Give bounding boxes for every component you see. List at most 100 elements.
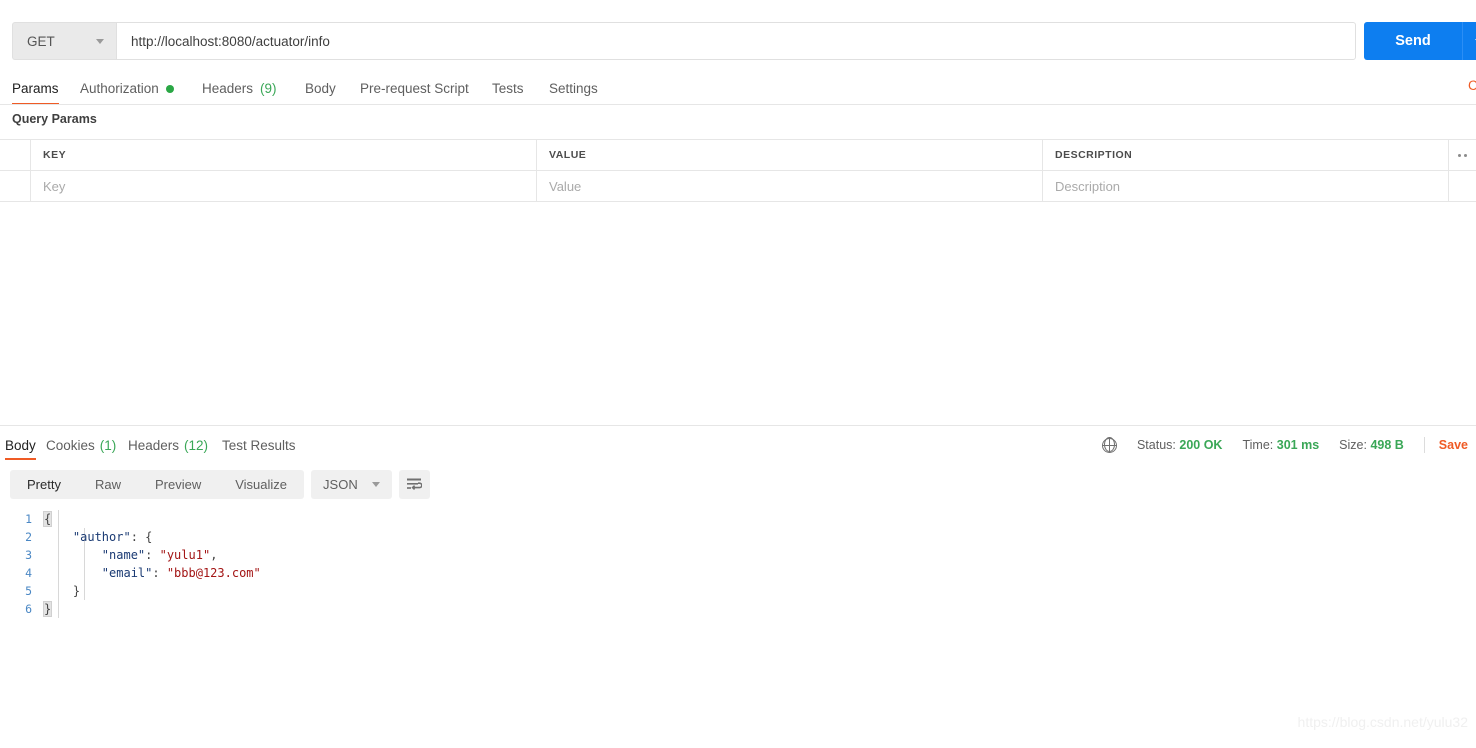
size-item: Size: 498 B bbox=[1339, 438, 1404, 452]
format-tab-pretty[interactable]: Pretty bbox=[10, 470, 78, 499]
table-row: Key Value Description bbox=[0, 170, 1476, 202]
code-text: { bbox=[42, 511, 53, 527]
tab-label: Authorization bbox=[80, 81, 159, 96]
request-tabs: Params Authorization Headers (9) Body Pre-req… bbox=[0, 72, 1476, 105]
response-format-toolbar: Pretty Raw Preview Visualize JSON bbox=[10, 470, 430, 499]
response-body-code[interactable]: 1 {2 "author": { 3 "name": "yulu1", 4 "emai… bbox=[0, 510, 1476, 630]
code-text: } bbox=[42, 601, 53, 617]
response-meta: Status: 200 OK Time: 301 ms Size: 498 B … bbox=[1101, 434, 1468, 456]
param-key-placeholder: Key bbox=[43, 178, 66, 194]
ellipsis-icon bbox=[1458, 153, 1467, 157]
language-select[interactable]: JSON bbox=[311, 470, 392, 499]
chevron-down-icon bbox=[371, 482, 380, 487]
code-token-str: "bbb@123.com" bbox=[166, 566, 261, 580]
send-button-label: Send bbox=[1395, 33, 1431, 49]
send-options-button[interactable] bbox=[1462, 22, 1476, 60]
format-tab-visualize[interactable]: Visualize bbox=[218, 470, 304, 499]
watermark: https://blog.csdn.net/yulu32 bbox=[1297, 714, 1468, 730]
tab-label: Pre-request Script bbox=[360, 81, 469, 96]
code-token-pun: : bbox=[152, 566, 167, 580]
request-tab-pre-request-script[interactable]: Pre-request Script bbox=[360, 72, 469, 105]
line-number: 3 bbox=[25, 548, 32, 562]
send-button[interactable]: Send bbox=[1364, 22, 1462, 60]
line-number: 2 bbox=[25, 530, 32, 544]
http-method-select[interactable]: GET bbox=[12, 22, 116, 60]
row-checkbox-cell[interactable] bbox=[0, 171, 31, 201]
response-tab-body[interactable]: Body bbox=[5, 430, 36, 460]
tab-count-badge: (12) bbox=[184, 437, 209, 453]
code-line: 2 "author": { bbox=[0, 528, 1476, 546]
tab-label: Test Results bbox=[222, 437, 296, 453]
tab-label: Body bbox=[305, 81, 336, 96]
code-token-str: "yulu1" bbox=[159, 548, 211, 562]
request-tab-authorization[interactable]: Authorization bbox=[80, 72, 174, 105]
table-header-row: KEY VALUE DESCRIPTION bbox=[0, 139, 1476, 170]
row-actions[interactable] bbox=[1449, 171, 1476, 201]
tab-label: Tests bbox=[492, 81, 524, 96]
code-text: "name": "yulu1", bbox=[44, 548, 218, 562]
language-label: JSON bbox=[323, 477, 358, 492]
save-response-link[interactable]: Save bbox=[1439, 438, 1468, 452]
line-number: 4 bbox=[25, 566, 32, 580]
request-tab-params[interactable]: Params bbox=[12, 72, 59, 105]
time-value: 301 ms bbox=[1276, 438, 1320, 452]
status-item: Status: 200 OK bbox=[1137, 438, 1223, 452]
column-header-key: KEY bbox=[43, 149, 67, 161]
code-token-key: "author" bbox=[72, 530, 131, 544]
chevron-down-icon bbox=[96, 38, 104, 44]
code-line: 6} bbox=[0, 600, 1476, 618]
param-value-placeholder: Value bbox=[549, 178, 582, 194]
response-tab-headers[interactable]: Headers (12) bbox=[128, 430, 208, 460]
tabs-divider bbox=[0, 104, 1476, 105]
code-token-pun: , bbox=[210, 548, 218, 562]
code-text: "author": { bbox=[44, 530, 152, 544]
active-tab-underline bbox=[5, 457, 36, 460]
size-value: 498 B bbox=[1370, 438, 1404, 452]
format-tab-raw[interactable]: Raw bbox=[78, 470, 138, 499]
code-token-pun: : { bbox=[130, 530, 153, 544]
response-tab-test-results[interactable]: Test Results bbox=[222, 430, 296, 460]
line-number: 5 bbox=[25, 584, 32, 598]
code-token-brace: { bbox=[42, 511, 53, 527]
http-method-label: GET bbox=[27, 33, 55, 49]
format-tab-group: Pretty Raw Preview Visualize bbox=[10, 470, 305, 499]
query-params-table: KEY VALUE DESCRIPTION Key Value Descript… bbox=[0, 139, 1476, 202]
code-token-key: "name" bbox=[101, 548, 146, 562]
request-url-input[interactable]: http://localhost:8080/actuator/info bbox=[116, 22, 1356, 60]
table-bulk-edit-button[interactable] bbox=[1449, 140, 1476, 170]
request-tab-body[interactable]: Body bbox=[305, 72, 336, 105]
wrap-lines-button[interactable] bbox=[398, 470, 430, 499]
code-token-pun: } bbox=[72, 584, 81, 598]
format-tab-preview[interactable]: Preview bbox=[138, 470, 218, 499]
line-number: 6 bbox=[25, 602, 32, 616]
param-value-input[interactable]: Value bbox=[537, 171, 1043, 201]
status-label: Status: bbox=[1136, 438, 1176, 452]
param-description-placeholder: Description bbox=[1055, 178, 1121, 194]
size-label: Size: bbox=[1339, 438, 1367, 452]
time-item: Time: 301 ms bbox=[1242, 438, 1319, 452]
auth-configured-dot-icon bbox=[165, 84, 174, 93]
line-number: 1 bbox=[25, 512, 32, 526]
code-link[interactable]: C bbox=[1468, 78, 1476, 93]
tab-label: Cookies bbox=[46, 437, 95, 453]
query-params-title: Query Params bbox=[12, 112, 97, 126]
response-divider bbox=[0, 425, 1476, 426]
param-key-input[interactable]: Key bbox=[31, 171, 537, 201]
tab-label: Headers bbox=[202, 81, 254, 96]
tab-label: Body bbox=[5, 437, 36, 453]
param-description-input[interactable]: Description bbox=[1043, 171, 1449, 201]
code-token-key: "email" bbox=[101, 566, 153, 580]
code-token-brace: } bbox=[42, 601, 53, 617]
tab-label: Params bbox=[12, 81, 59, 96]
response-tab-cookies[interactable]: Cookies (1) bbox=[46, 430, 116, 460]
request-tab-headers[interactable]: Headers (9) bbox=[202, 72, 277, 105]
request-tab-settings[interactable]: Settings bbox=[549, 72, 598, 105]
tab-count-badge: (1) bbox=[99, 437, 117, 453]
code-token-pun: : bbox=[145, 548, 160, 562]
column-header-value: VALUE bbox=[549, 149, 587, 161]
select-all-checkbox-cell[interactable] bbox=[0, 140, 31, 170]
column-header-description: DESCRIPTION bbox=[1055, 149, 1133, 161]
request-url-bar: GET http://localhost:8080/actuator/info … bbox=[0, 0, 1476, 66]
code-line: 4 "email": "bbb@123.com" bbox=[0, 564, 1476, 582]
request-tab-tests[interactable]: Tests bbox=[492, 72, 524, 105]
